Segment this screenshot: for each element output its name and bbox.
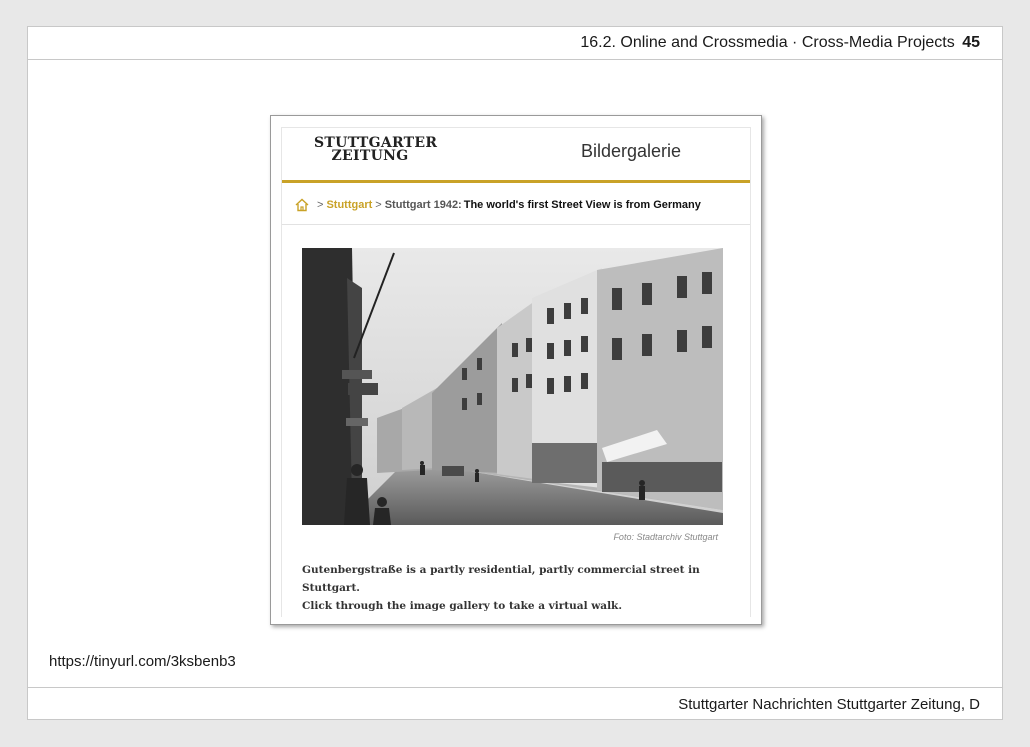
breadcrumb-divider bbox=[282, 224, 750, 225]
breadcrumb-headline: The world's first Street View is from Ge… bbox=[463, 199, 701, 211]
caption-line-1: Gutenbergstraße is a partly residential,… bbox=[302, 564, 700, 594]
slide-header: 16.2. Online and Crossmedia · Cross-Medi… bbox=[28, 27, 1002, 60]
logo-line-2: ZEITUNG bbox=[331, 148, 409, 164]
source-url[interactable]: https://tinyurl.com/3ksbenb3 bbox=[49, 653, 236, 670]
gallery-title: Bildergalerie bbox=[581, 141, 682, 161]
photo-caption: Gutenbergstraße is a partly residential,… bbox=[302, 561, 742, 615]
newspaper-logo: STUTTGARTER ZEITUNG bbox=[314, 136, 437, 164]
embedded-screenshot: STUTTGARTER ZEITUNG Bildergalerie > Stut… bbox=[270, 115, 762, 625]
header-title: 16.2. Online and Crossmedia · Cross-Medi… bbox=[580, 34, 980, 52]
screenshot-page: STUTTGARTER ZEITUNG Bildergalerie > Stut… bbox=[281, 127, 751, 617]
header-title-text: 16.2. Online and Crossmedia · Cross-Medi… bbox=[580, 34, 955, 51]
caption-line-2: Click through the image gallery to take … bbox=[302, 600, 622, 612]
slide-footer: Stuttgarter Nachrichten Stuttgarter Zeit… bbox=[28, 687, 1002, 719]
footer-source: Stuttgarter Nachrichten Stuttgarter Zeit… bbox=[678, 696, 980, 713]
breadcrumb-separator: > bbox=[375, 199, 382, 211]
site-header: STUTTGARTER ZEITUNG Bildergalerie bbox=[282, 127, 750, 183]
photo-credit: Foto: Stadtarchiv Stuttgart bbox=[613, 532, 718, 542]
breadcrumb-link-stuttgart[interactable]: Stuttgart bbox=[326, 199, 372, 211]
page-number: 45 bbox=[962, 34, 980, 51]
street-photo-image bbox=[302, 248, 723, 525]
breadcrumb: > Stuttgart > Stuttgart 1942: The world'… bbox=[294, 197, 701, 213]
breadcrumb-separator: > bbox=[317, 199, 324, 211]
slide: 16.2. Online and Crossmedia · Cross-Medi… bbox=[27, 26, 1003, 720]
breadcrumb-current: Stuttgart 1942: bbox=[384, 199, 462, 211]
home-icon[interactable] bbox=[294, 197, 310, 213]
street-photo[interactable] bbox=[302, 248, 723, 525]
